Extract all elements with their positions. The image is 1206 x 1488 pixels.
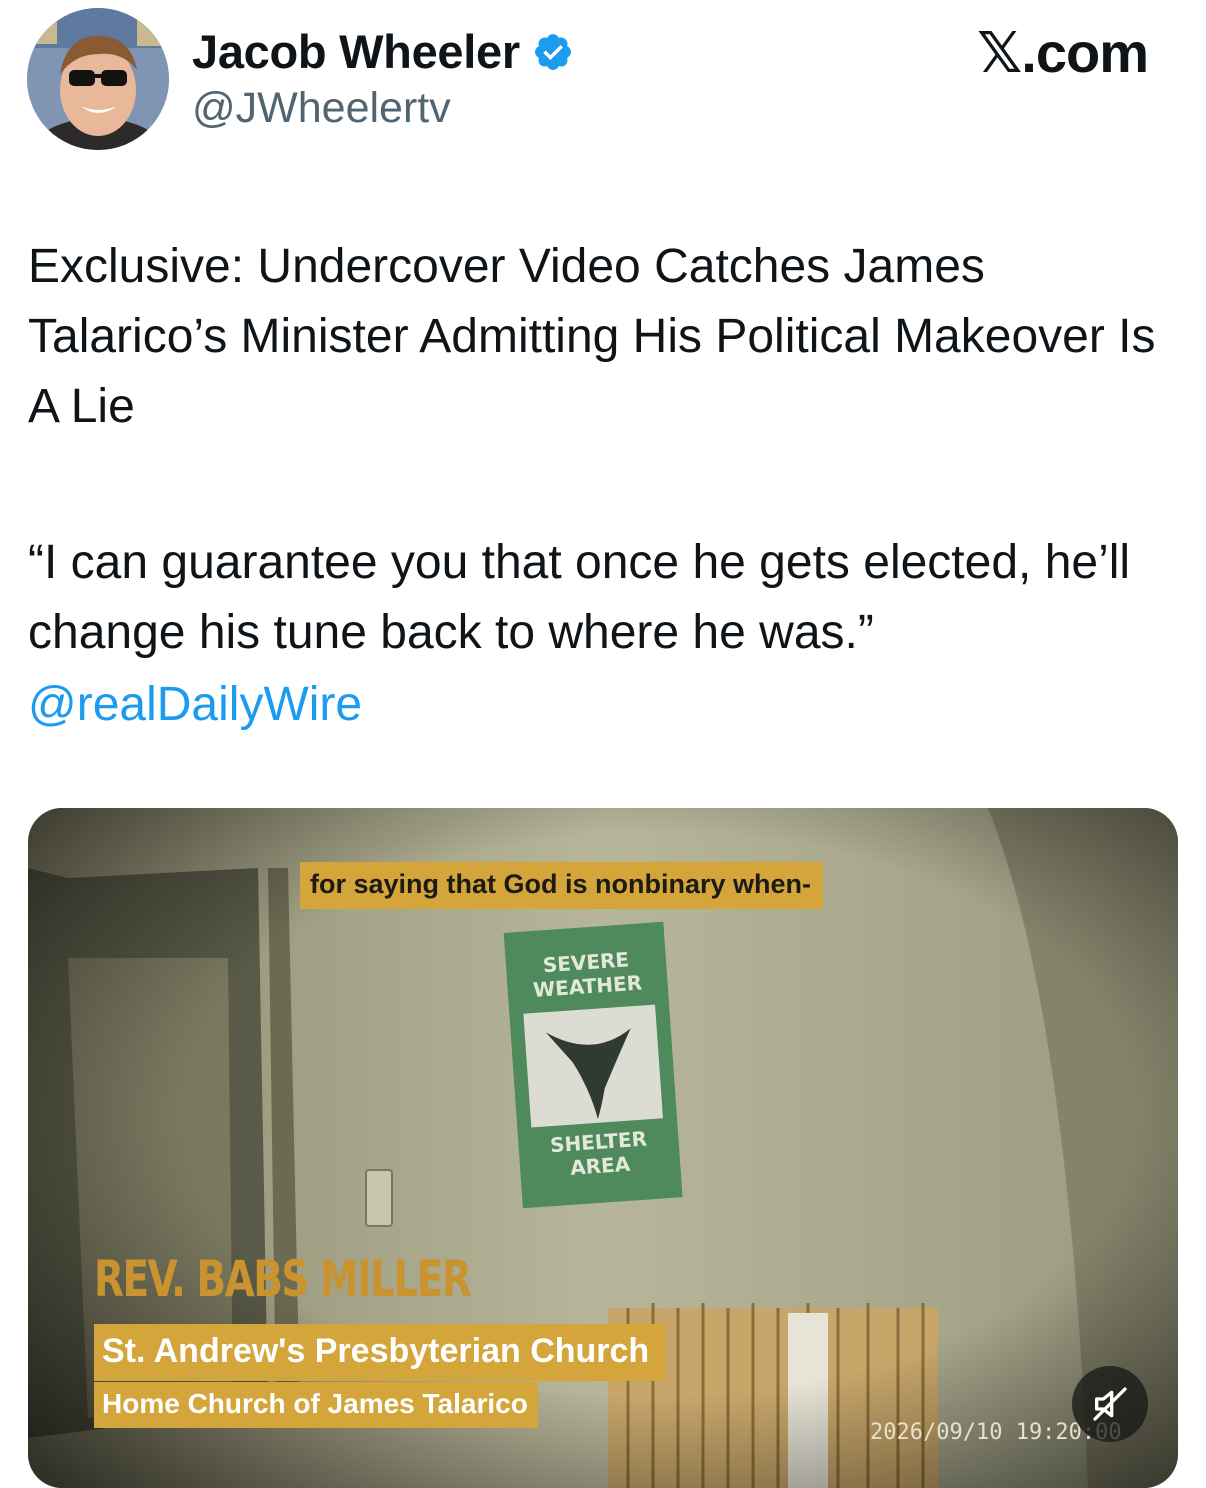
author-display-name[interactable]: Jacob Wheeler [192, 24, 520, 79]
tweet-text-quote: “I can guarantee you that once he gets e… [28, 536, 1131, 659]
verified-badge-icon [534, 33, 571, 70]
video-caption: for saying that God is nonbinary when- [300, 862, 824, 909]
lower-third-church: St. Andrew's Presbyterian Church [94, 1324, 666, 1381]
x-logo: 𝕏.com [977, 21, 1149, 84]
lower-third-name: REV. BABS MILLER [94, 1250, 472, 1308]
avatar[interactable] [27, 8, 169, 150]
author-name-row[interactable]: Jacob Wheeler [192, 24, 574, 79]
mute-button[interactable] [1072, 1366, 1148, 1442]
speaker-muted-icon [1093, 1387, 1127, 1421]
video-player[interactable]: SEVERE WEATHER SHELTER AREA for saying t… [28, 808, 1178, 1488]
author-handle[interactable]: @JWheelertv [192, 84, 451, 133]
tweet-text-headline: Exclusive: Undercover Video Catches Jame… [28, 240, 1156, 433]
avatar-image [27, 8, 169, 150]
mention-link[interactable]: @realDailyWire [28, 670, 362, 740]
lower-third-home-church: Home Church of James Talarico [94, 1382, 538, 1428]
